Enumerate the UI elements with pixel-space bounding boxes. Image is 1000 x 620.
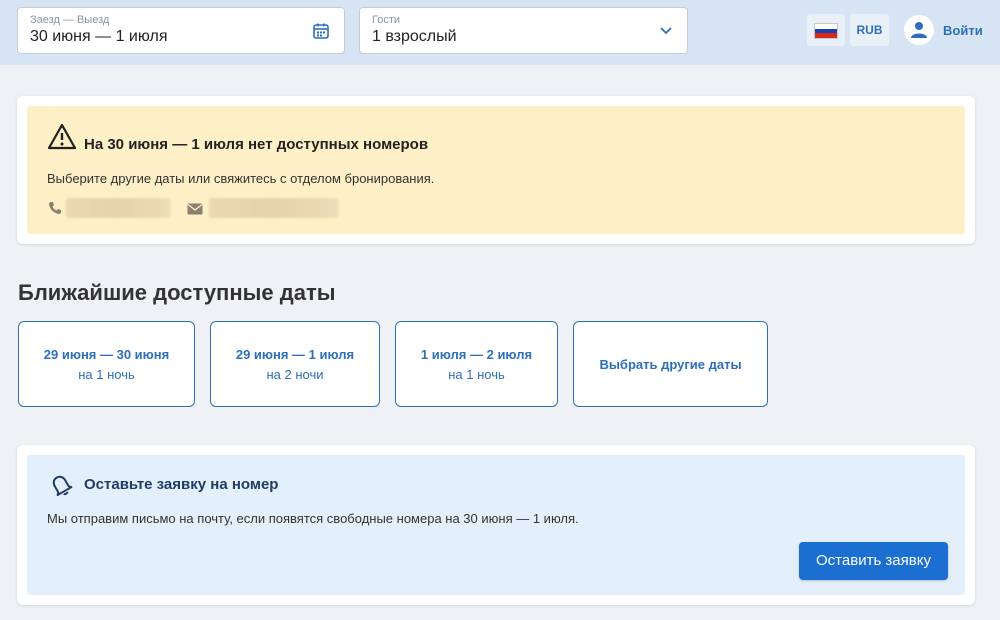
login-label: Войти [943, 23, 983, 38]
phone-number-redacted [66, 198, 170, 218]
date-option-nights: на 2 ночи [266, 367, 324, 382]
guests-field-value: 1 взрослый [372, 28, 457, 45]
user-icon [904, 15, 934, 45]
request-title: Оставьте заявку на номер [84, 476, 279, 493]
bell-icon [52, 475, 73, 497]
date-option-2[interactable]: 29 июня — 1 июля на 2 ночи [210, 321, 380, 407]
request-text: Мы отправим письмо на почту, если появят… [47, 511, 579, 526]
chevron-down-icon [660, 27, 672, 35]
nearest-dates-title: Ближайшие доступные даты [18, 280, 336, 305]
dates-field[interactable]: Заезд — Выезд 30 июня — 1 июля [17, 7, 345, 54]
currency-button[interactable]: RUB [850, 14, 889, 46]
phone-icon [49, 202, 61, 214]
date-option-dates: 29 июня — 1 июля [235, 347, 355, 362]
date-option-dates: 1 июля — 2 июля [420, 347, 533, 362]
request-panel: Оставьте заявку на номер Мы отправим пис… [27, 455, 965, 595]
russia-flag-icon [814, 23, 838, 39]
choose-other-dates-label: Выбрать другие даты [599, 357, 742, 372]
top-bar: Заезд — Выезд 30 июня — 1 июля Гости 1 в… [0, 0, 1000, 65]
request-card: Оставьте заявку на номер Мы отправим пис… [17, 445, 975, 605]
date-option-nights: на 1 ночь [78, 367, 135, 382]
email-redacted [209, 198, 338, 218]
submit-request-button[interactable]: Оставить заявку [799, 542, 948, 580]
login-button[interactable]: Войти [904, 15, 994, 45]
mail-icon [187, 203, 203, 215]
guests-field-label: Гости [372, 14, 401, 26]
calendar-icon[interactable] [312, 22, 330, 40]
dates-field-label: Заезд — Выезд [30, 14, 110, 26]
warning-icon [47, 123, 77, 150]
no-rooms-title: На 30 июня — 1 июля нет доступных номеро… [84, 136, 429, 153]
dates-field-value: 30 июня — 1 июля [30, 28, 168, 45]
date-option-3[interactable]: 1 июля — 2 июля на 1 ночь [395, 321, 558, 407]
no-rooms-alert: На 30 июня — 1 июля нет доступных номеро… [27, 106, 965, 234]
language-button[interactable] [807, 14, 845, 46]
choose-other-dates-button[interactable]: Выбрать другие даты [573, 321, 768, 407]
guests-field[interactable]: Гости 1 взрослый [359, 7, 688, 54]
no-rooms-card: На 30 июня — 1 июля нет доступных номеро… [17, 96, 975, 244]
date-option-dates: 29 июня — 30 июня [43, 347, 170, 362]
no-rooms-text: Выберите другие даты или свяжитесь с отд… [47, 171, 435, 186]
date-option-1[interactable]: 29 июня — 30 июня на 1 ночь [18, 321, 195, 407]
date-option-nights: на 1 ночь [448, 367, 505, 382]
